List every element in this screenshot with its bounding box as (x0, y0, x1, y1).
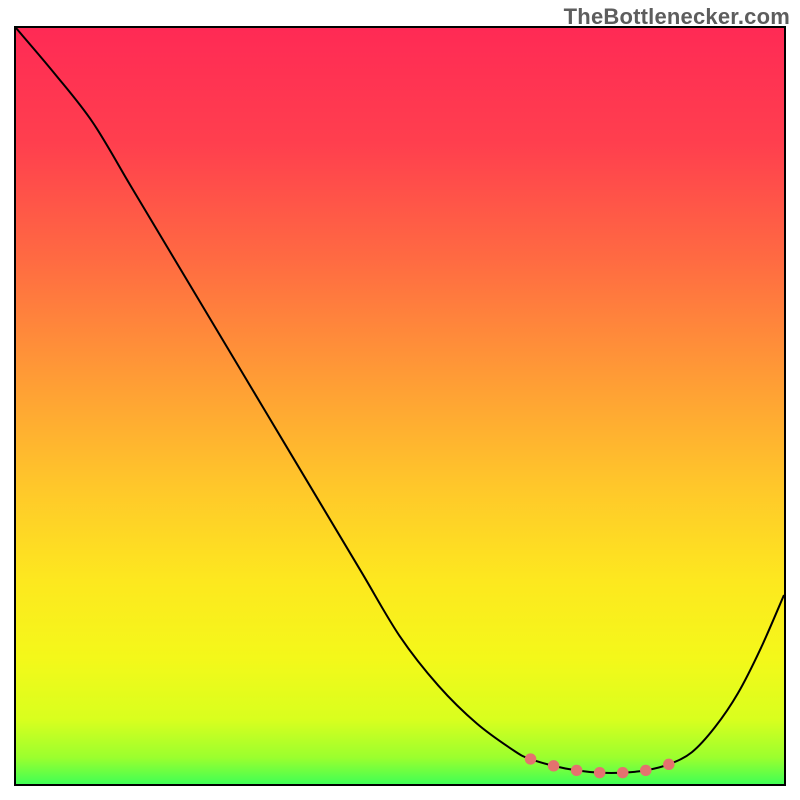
bottleneck-curve (16, 28, 784, 773)
optimal-marker (594, 767, 606, 778)
marker-group (525, 753, 675, 778)
curve-layer (16, 28, 784, 784)
bottleneck-chart: TheBottlenecker.com (0, 0, 800, 800)
optimal-marker (525, 753, 537, 764)
plot-area (14, 26, 786, 786)
optimal-marker (640, 765, 652, 776)
optimal-marker (617, 767, 629, 778)
optimal-marker (548, 760, 560, 771)
optimal-marker (571, 765, 583, 776)
optimal-marker (663, 759, 675, 770)
